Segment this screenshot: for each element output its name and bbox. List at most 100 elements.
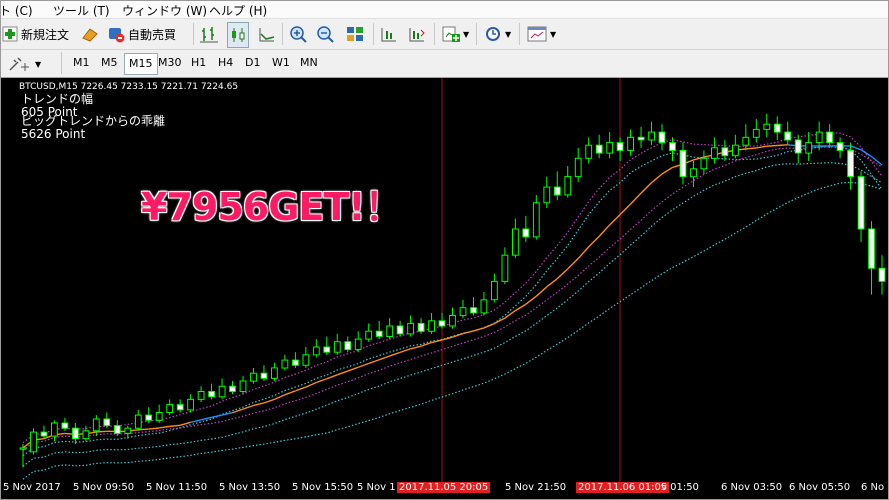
timeframe-m15[interactable]: M15 (124, 53, 158, 75)
candle-body (417, 322, 425, 332)
candle-body (229, 385, 236, 392)
periods-button[interactable]: ▼ (483, 22, 511, 46)
candle-body (836, 142, 844, 151)
timeframe-w1[interactable]: W1 (268, 53, 294, 73)
candle-body (103, 418, 111, 427)
moving-average-line (630, 192, 642, 205)
line-chart-button[interactable] (257, 22, 277, 46)
menu-help[interactable]: ヘルプ (H) (209, 2, 267, 19)
candle-body (532, 202, 540, 238)
candle-body (585, 144, 593, 159)
candle-body (679, 149, 687, 178)
candle-body (176, 404, 184, 411)
candle-body (752, 128, 760, 138)
moving-average-line (546, 278, 558, 288)
auto-trading-button[interactable]: 自動売買 (107, 22, 176, 46)
bar-chart-button[interactable] (199, 22, 219, 46)
candle-body (711, 147, 718, 159)
candle-body (292, 359, 299, 366)
moving-average-line (609, 214, 621, 226)
timeframe-h4[interactable]: H4 (214, 53, 237, 73)
candle-body (113, 425, 121, 435)
candle-body (658, 131, 666, 144)
candle-body (51, 422, 58, 437)
price-chart[interactable]: BTCUSD,M15 7226.45 7233.15 7221.71 7224.… (1, 78, 888, 499)
candle-body (857, 176, 865, 230)
timeframe-h1[interactable]: H1 (187, 53, 210, 73)
moving-average-line (242, 404, 254, 410)
menu-window[interactable]: ウィンドウ (W) (122, 2, 207, 19)
moving-average-line (598, 224, 611, 237)
candle-body (669, 142, 676, 151)
moving-average-line (431, 339, 443, 344)
autoscroll-icon (409, 28, 425, 42)
chevron-down-icon[interactable]: ▼ (463, 30, 469, 39)
chevron-down-icon[interactable]: ▼ (35, 60, 41, 69)
timeframe-m30[interactable]: M30 (154, 53, 186, 73)
moving-average-line (138, 428, 149, 431)
indicators-button[interactable]: ▼ (441, 22, 469, 46)
candle-body (564, 176, 572, 196)
candle-body (302, 354, 310, 366)
line-chart-icon (259, 28, 275, 42)
candle-body (197, 391, 205, 400)
candle-body (690, 168, 697, 178)
candle-body (543, 186, 551, 204)
new-order-button[interactable]: 新規注文 (2, 22, 69, 46)
chevron-down-icon[interactable]: ▼ (505, 30, 511, 39)
metaeditor-button[interactable] (81, 22, 99, 46)
autoscroll-button[interactable] (407, 22, 427, 46)
candle-body (459, 307, 467, 317)
candle-body (239, 380, 247, 392)
moving-average-line (284, 390, 296, 396)
candle-body (480, 299, 488, 314)
line-studies-button[interactable]: ▼ (7, 52, 41, 76)
moving-average-line (525, 295, 537, 305)
candle-body (312, 346, 320, 356)
moving-average-line (577, 246, 590, 259)
menu-chart[interactable]: ト (C) (1, 2, 33, 19)
candle-body (763, 123, 771, 130)
candle-body (155, 412, 163, 421)
menu-tools[interactable]: ツール (T) (53, 2, 110, 19)
candle-body (271, 367, 278, 379)
moving-average-line (556, 268, 569, 280)
moving-average-line (473, 327, 485, 332)
chevron-down-icon[interactable]: ▼ (550, 30, 556, 39)
indicator-value-deviation: 5626 Point (21, 127, 86, 141)
candle-body (82, 430, 90, 440)
candle-body (648, 131, 656, 141)
candlestick-button[interactable] (227, 22, 249, 48)
moving-average-line (179, 421, 191, 427)
candle-body (145, 414, 153, 421)
moving-average-line (316, 378, 328, 384)
candle-body (742, 136, 750, 146)
candle-body (375, 330, 383, 337)
zoom-out-button[interactable] (316, 22, 336, 46)
candle-body (428, 320, 436, 332)
timeframe-m5[interactable]: M5 (97, 53, 122, 73)
candle-body (281, 359, 289, 369)
candle-body (124, 427, 132, 434)
moving-average-line (514, 303, 527, 312)
moving-average-line (253, 402, 265, 407)
candle-body (491, 280, 498, 301)
timeframe-m1[interactable]: M1 (69, 53, 94, 73)
timeframe-d1[interactable]: D1 (241, 53, 264, 73)
candle-body (386, 325, 394, 337)
tile-windows-button[interactable] (345, 22, 365, 46)
candle-body (396, 325, 404, 335)
candle-body (878, 267, 886, 282)
moving-average-line (651, 173, 663, 184)
chart-shift-button[interactable] (379, 22, 399, 46)
chart-canvas (19, 78, 886, 482)
moving-average-line (777, 144, 788, 147)
menu-bar: ト (C) ツール (T) ウィンドウ (W) ヘルプ (H) (1, 1, 888, 19)
clock-icon (486, 27, 500, 41)
templates-button[interactable]: ▼ (526, 22, 556, 46)
candle-body (333, 341, 341, 353)
plus-icon (2, 26, 18, 42)
timeframe-mn[interactable]: MN (296, 53, 322, 73)
vline-time-label: 2017.11.06 01:05 (576, 482, 670, 493)
zoom-in-button[interactable] (289, 22, 309, 46)
